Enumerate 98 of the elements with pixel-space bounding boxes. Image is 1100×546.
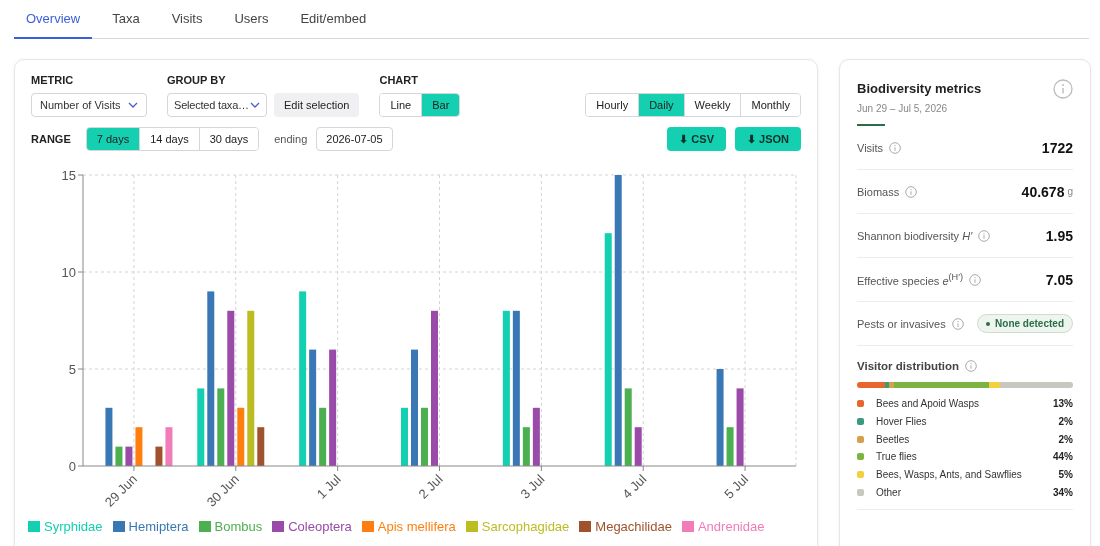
info-icon[interactable]: [889, 141, 902, 154]
x-tick-label: 1 Jul: [313, 471, 344, 502]
tab[interactable]: Users: [222, 0, 281, 39]
chart-bar: [165, 427, 173, 466]
info-icon[interactable]: [905, 185, 918, 198]
unit-label: g: [1067, 186, 1073, 197]
metric-label: Pests or invasives: [857, 317, 946, 330]
chart-bar: [634, 427, 642, 466]
legend-swatch: [681, 521, 694, 532]
ending-label: ending: [274, 133, 308, 145]
legend-label: Hemiptera: [128, 519, 189, 534]
category-label: Beetles: [876, 433, 910, 445]
x-tick-label: 2 Jul: [415, 471, 446, 502]
download-button[interactable]: ⬇ JSON: [735, 127, 801, 151]
legend-swatch: [361, 521, 374, 532]
legend-label: Apis mellifera: [377, 519, 456, 534]
category-label: Hover Flies: [876, 416, 927, 428]
percentage: 13%: [1053, 398, 1073, 410]
tab[interactable]: Visits: [159, 0, 215, 39]
chart-type-option[interactable]: Bar: [422, 94, 460, 116]
info-icon[interactable]: [951, 317, 964, 330]
legend-label: Coleoptera: [288, 519, 352, 534]
percentage: 34%: [1053, 486, 1073, 498]
group-by-dropdown[interactable]: Selected taxa…: [167, 93, 267, 117]
y-tick-label: 0: [68, 459, 76, 474]
date-field[interactable]: 2026-07-05: [316, 127, 393, 151]
y-tick-label: 10: [61, 265, 76, 280]
y-tick-label: 5: [68, 362, 76, 377]
chart-bar: [257, 427, 265, 466]
legend-swatch: [465, 521, 478, 532]
chart-bar: [105, 407, 113, 466]
x-tick-label: 5 Jul: [721, 471, 752, 502]
chart-bar: [522, 427, 530, 466]
legend-swatch: [272, 521, 285, 532]
chart-bar: [401, 407, 408, 466]
legend-label: Syrphidae: [44, 519, 103, 534]
metric-value: 7.05: [1045, 271, 1073, 288]
percentage: 2%: [1058, 433, 1073, 445]
metric-value: 1.95: [1045, 227, 1073, 244]
category-label: Bees, Wasps, Ants, and Sawflies: [876, 469, 1022, 481]
metric-value: 1722: [1041, 139, 1073, 156]
tab[interactable]: Taxa: [100, 0, 152, 39]
percentage: 5%: [1058, 469, 1073, 481]
chart-bar: [421, 407, 428, 466]
tab[interactable]: Overview: [14, 0, 93, 39]
metric-label: Shannon biodiversity H′: [857, 229, 973, 242]
info-icon[interactable]: [1053, 79, 1073, 99]
chevron-icon: [250, 102, 260, 108]
y-tick-label: 15: [61, 168, 76, 183]
metric-label: Biomass: [857, 185, 900, 198]
group-by-label: GROUP BY: [167, 74, 227, 86]
chart-bar: [319, 407, 327, 466]
x-tick-label: 30 Jun: [203, 471, 242, 510]
chart-bar: [237, 407, 245, 466]
x-tick-label: 3 Jul: [517, 471, 548, 502]
status-badge: None detected: [977, 314, 1073, 333]
info-icon[interactable]: [978, 229, 991, 242]
legend-swatch: [112, 521, 125, 532]
chart-bar: [726, 427, 734, 466]
metric-dropdown[interactable]: Number of Visits: [31, 93, 147, 117]
legend-label: Sarcophagidae: [481, 519, 570, 534]
chart-bar: [532, 407, 540, 466]
info-icon[interactable]: [968, 273, 981, 286]
chevron-icon: [128, 102, 138, 108]
legend-label: Bombus: [214, 519, 263, 534]
distribution-title: Visitor distribution: [857, 360, 959, 372]
chart-bar: [125, 446, 133, 466]
range-option[interactable]: 7 days: [86, 128, 141, 150]
percentage: 44%: [1053, 451, 1073, 463]
download-button[interactable]: ⬇ CSV: [667, 127, 726, 151]
percentage: 2%: [1058, 416, 1073, 428]
range-label: RANGE: [31, 133, 71, 145]
info-icon[interactable]: [965, 360, 977, 372]
x-tick-label: 4 Jul: [619, 471, 650, 502]
x-tick-label: 29 Jun: [101, 471, 141, 510]
legend-swatch: [579, 521, 592, 532]
legend-label: Megachilidae: [595, 519, 672, 534]
metric-value: 40.678: [1021, 183, 1065, 200]
category-label: True flies: [876, 451, 917, 463]
edit-selection-button[interactable]: Edit selection: [274, 93, 360, 117]
date-range: Jun 29 – Jul 5, 2026: [857, 103, 949, 114]
interval-option[interactable]: Hourly: [586, 94, 640, 116]
metric-label: METRIC: [31, 74, 75, 86]
interval-option[interactable]: Daily: [639, 94, 685, 116]
chart-bar: [115, 446, 123, 466]
metric-label: Effective species e$^{(H′)}$: [857, 272, 963, 287]
chart-bar: [135, 427, 143, 466]
category-label: Bees and Apoid Wasps: [876, 398, 980, 410]
tab[interactable]: Edit/embed: [288, 0, 379, 39]
chart-label: CHART: [379, 74, 419, 86]
metric-label: Visits: [857, 141, 884, 154]
legend-swatch: [198, 521, 211, 532]
chart-type-option[interactable]: Line: [380, 94, 423, 116]
category-label: Other: [876, 486, 901, 498]
legend-label: Andrenidae: [697, 519, 765, 534]
legend-swatch: [28, 521, 40, 532]
chart-bar: [155, 446, 163, 466]
metrics-title: Biodiversity metrics: [857, 81, 982, 96]
